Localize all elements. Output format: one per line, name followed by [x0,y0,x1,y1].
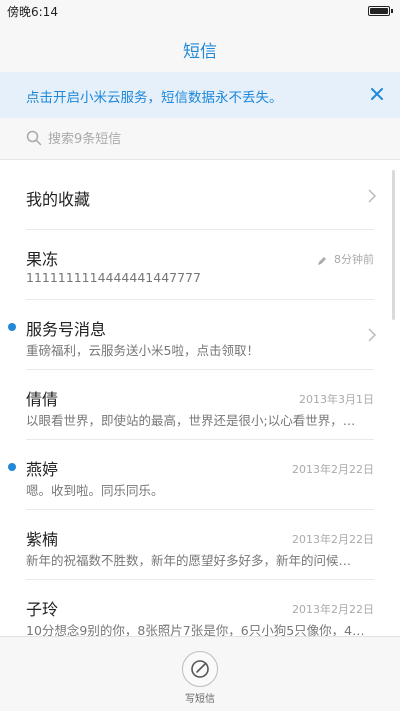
conversation-title: 果冻 [26,250,59,269]
list-item-conversation[interactable]: 燕婷 2013年2月22日 嗯。收到啦。同乐同乐。 [0,440,400,510]
list-item-conversation[interactable]: 紫楠 2013年2月22日 新年的祝福数不胜数，新年的愿望好多好多，新年的问候… [0,510,400,580]
list-item-conversation[interactable]: 果冻 8分钟前 1111111114444441447777 [0,230,400,300]
conversation-list[interactable]: 我的收藏 果冻 8分钟前 1111111114444441447777 服务号消… [0,160,400,636]
conversation-preview: 以眼看世界，即使站的最高，世界还是很小;以心看世界，… [26,413,356,428]
conversation-title: 我的收藏 [26,190,91,209]
conversation-time: 2013年2月22日 [292,533,374,546]
conversation-preview: 重磅福利，云服务送小米5啦，点击领取！ [26,343,259,358]
conversation-preview: 嗯。收到啦。同乐同乐。 [26,483,164,498]
chevron-right-icon [366,188,378,204]
conversation-preview: 10分想念9别的你，8张照片7张是你，6只小狗5只像你，4… [26,623,365,636]
conversation-time: 2013年2月22日 [292,603,374,616]
bottom-bar: 写短信 [0,636,400,711]
conversation-title: 紫楠 [26,530,59,549]
page-title: 短信 [183,42,217,62]
status-bar: 傍晚6:14 [0,0,400,24]
conversation-title: 子玲 [26,600,59,619]
compose-icon[interactable] [182,651,218,687]
search-input[interactable] [48,127,368,151]
conversation-preview: 新年的祝福数不胜数，新年的愿望好多好多，新年的问候… [26,553,352,568]
conversation-preview: 1111111114444441447777 [26,270,201,285]
title-bar: 短信 [0,24,400,72]
list-item-conversation[interactable]: 子玲 2013年2月22日 10分想念9别的你，8张照片7张是你，6只小狗5只像… [0,580,400,636]
scrollbar[interactable] [392,170,395,320]
search-bar[interactable] [0,118,400,160]
unread-dot [8,463,16,471]
pencil-icon [316,252,328,265]
banner-text[interactable]: 点击开启小米云服务，短信数据永不丢失。 [26,86,283,106]
chevron-right-icon [366,327,378,343]
conversation-time: 8分钟前 [334,253,374,266]
search-icon [26,130,42,146]
compose-button[interactable]: 写短信 [180,651,220,706]
conversation-title: 燕婷 [26,460,59,479]
close-icon[interactable] [366,83,388,105]
list-item-service-messages[interactable]: 服务号消息 重磅福利，云服务送小米5啦，点击领取！ [0,300,400,370]
list-item-favorites[interactable]: 我的收藏 [0,160,400,230]
compose-label: 写短信 [185,694,215,705]
unread-dot [8,323,16,331]
cloud-backup-banner[interactable]: 点击开启小米云服务，短信数据永不丢失。 [0,72,400,118]
sms-app-screen: 傍晚6:14 短信 点击开启小米云服务，短信数据永不丢失。 我的收藏 [0,0,400,711]
conversation-title: 服务号消息 [26,320,107,339]
battery-icon [368,6,393,16]
conversation-time: 2013年2月22日 [292,463,374,476]
status-time: 傍晚6:14 [7,5,58,19]
conversation-title: 倩倩 [26,390,59,409]
list-item-conversation[interactable]: 倩倩 2013年3月1日 以眼看世界，即使站的最高，世界还是很小;以心看世界，… [0,370,400,440]
conversation-time: 2013年3月1日 [299,393,374,406]
